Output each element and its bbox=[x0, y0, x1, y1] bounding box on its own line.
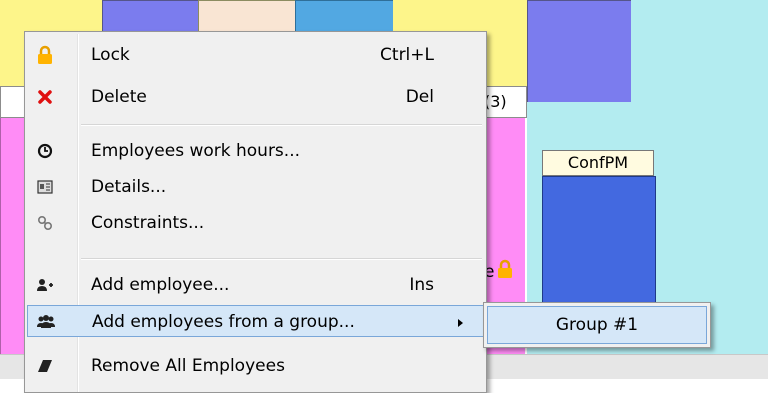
menu-item-label: Delete bbox=[91, 87, 147, 107]
details-card-icon bbox=[35, 177, 55, 197]
menu-item-label: Lock bbox=[91, 45, 130, 65]
slate-block-right[interactable] bbox=[527, 0, 633, 104]
menu-item-label: Remove All Employees bbox=[91, 356, 285, 376]
group-submenu: Group #1 bbox=[483, 302, 711, 348]
link-icon bbox=[35, 213, 55, 233]
linen-block[interactable] bbox=[198, 0, 297, 32]
menu-separator bbox=[81, 124, 482, 126]
submenu-item-group-1[interactable]: Group #1 bbox=[487, 306, 707, 344]
menu-item-lock[interactable]: Lock Ctrl+L bbox=[27, 39, 484, 71]
menu-item-label: Add employees from a group... bbox=[92, 312, 355, 332]
menu-item-label: Employees work hours... bbox=[91, 141, 301, 161]
lock-icon bbox=[35, 45, 55, 65]
eraser-icon bbox=[35, 356, 55, 376]
menu-item-details[interactable]: Details... bbox=[27, 171, 484, 203]
add-user-icon bbox=[35, 275, 55, 295]
menu-item-label: Add employee... bbox=[91, 275, 230, 295]
slate-block-top[interactable] bbox=[102, 0, 200, 32]
menu-item-add-from-group[interactable]: Add employees from a group... bbox=[27, 305, 484, 337]
menu-item-remove-all[interactable]: Remove All Employees bbox=[27, 350, 484, 382]
conf-block[interactable] bbox=[542, 176, 656, 306]
menu-item-shortcut: Del bbox=[405, 87, 434, 107]
menu-item-label: Details... bbox=[91, 177, 167, 197]
menu-item-shortcut: Ctrl+L bbox=[380, 45, 434, 65]
menu-item-shortcut: Ins bbox=[409, 275, 434, 295]
block-lock-icon bbox=[497, 259, 513, 279]
conf-block-header: ConfPM bbox=[542, 150, 654, 176]
column-header-count: (3) bbox=[484, 92, 507, 111]
menu-item-label: Constraints... bbox=[91, 213, 205, 233]
clock-icon bbox=[35, 141, 55, 161]
context-menu: Lock Ctrl+L Delete Del Employees work ho… bbox=[24, 31, 487, 393]
users-group-icon bbox=[36, 312, 56, 332]
submenu-arrow-icon bbox=[458, 319, 463, 327]
menu-item-add-employee[interactable]: Add employee... Ins bbox=[27, 269, 484, 301]
menu-separator bbox=[81, 258, 482, 260]
delete-x-icon bbox=[35, 87, 55, 107]
menu-item-constraints[interactable]: Constraints... bbox=[27, 207, 484, 239]
menu-item-work-hours[interactable]: Employees work hours... bbox=[27, 135, 484, 167]
menu-item-delete[interactable]: Delete Del bbox=[27, 81, 484, 113]
sky-block[interactable] bbox=[295, 0, 395, 32]
